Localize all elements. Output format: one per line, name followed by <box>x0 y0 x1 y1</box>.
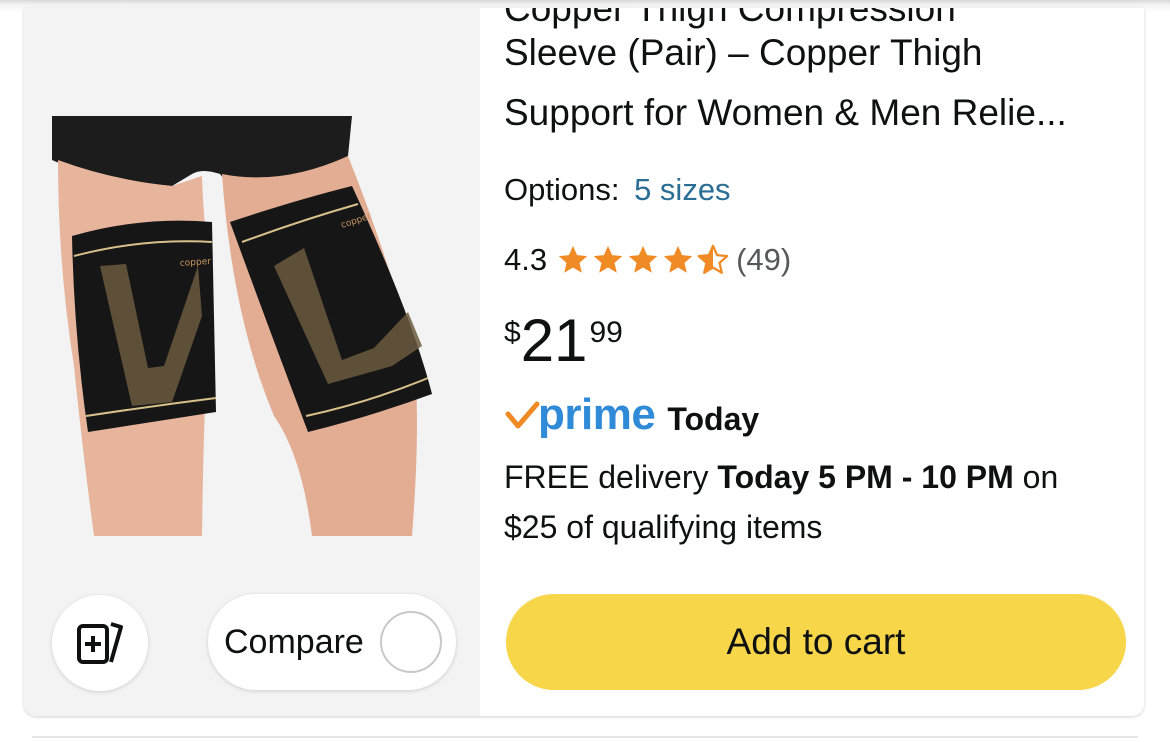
product-card[interactable]: copper copper Compare Copper Thigh Compr… <box>24 8 1144 716</box>
prime-logo-text: prime <box>538 390 656 439</box>
product-image[interactable]: copper copper <box>52 116 456 536</box>
add-to-list-button[interactable] <box>52 595 148 691</box>
compare-label: Compare <box>224 622 364 661</box>
compare-checkbox[interactable] <box>380 611 442 673</box>
delivery-window: Today 5 PM - 10 PM <box>717 459 1014 495</box>
delivery-qualifier: $25 of qualifying items <box>504 509 823 545</box>
product-title-line-2[interactable]: Support for Women & Men Relie... <box>504 90 1067 136</box>
delivery-suffix: on <box>1013 459 1059 495</box>
options-label: Options: <box>504 172 620 207</box>
star-icon <box>628 245 658 273</box>
price: $ 21 99 <box>504 306 623 376</box>
rating-value: 4.3 <box>504 242 548 277</box>
product-title-line-1[interactable]: Sleeve (Pair) – Copper Thigh <box>504 30 983 76</box>
prime-today-label: Today <box>667 400 760 437</box>
rating-count[interactable]: (49) <box>736 242 791 278</box>
price-fraction: 99 <box>589 316 623 349</box>
star-icon <box>558 245 588 273</box>
divider <box>32 736 1138 738</box>
price-whole: 21 <box>520 307 588 374</box>
product-image-panel[interactable]: copper copper Compare <box>24 8 480 716</box>
star-icon <box>663 245 693 273</box>
add-to-list-icon <box>77 622 123 664</box>
delivery-info: FREE delivery Today 5 PM - 10 PM on $25 … <box>504 452 1104 552</box>
product-info: Copper Thigh Compression Sleeve (Pair) –… <box>504 8 1126 716</box>
options-row: Options: 5 sizes <box>504 172 731 208</box>
star-half-icon <box>697 244 729 274</box>
prime-badge: prime Today <box>504 390 759 440</box>
add-to-cart-button[interactable]: Add to cart <box>506 594 1126 690</box>
product-title-cut-line[interactable]: Copper Thigh Compression <box>504 8 956 32</box>
delivery-prefix: FREE delivery <box>504 459 718 495</box>
options-sizes-link[interactable]: 5 sizes <box>634 172 730 207</box>
star-rating <box>555 243 730 277</box>
rating-row[interactable]: 4.3 (49) <box>504 242 791 278</box>
star-icon <box>593 245 623 273</box>
prime-check-icon <box>505 401 540 429</box>
compare-toggle[interactable]: Compare <box>208 594 456 690</box>
price-symbol: $ <box>504 316 521 349</box>
